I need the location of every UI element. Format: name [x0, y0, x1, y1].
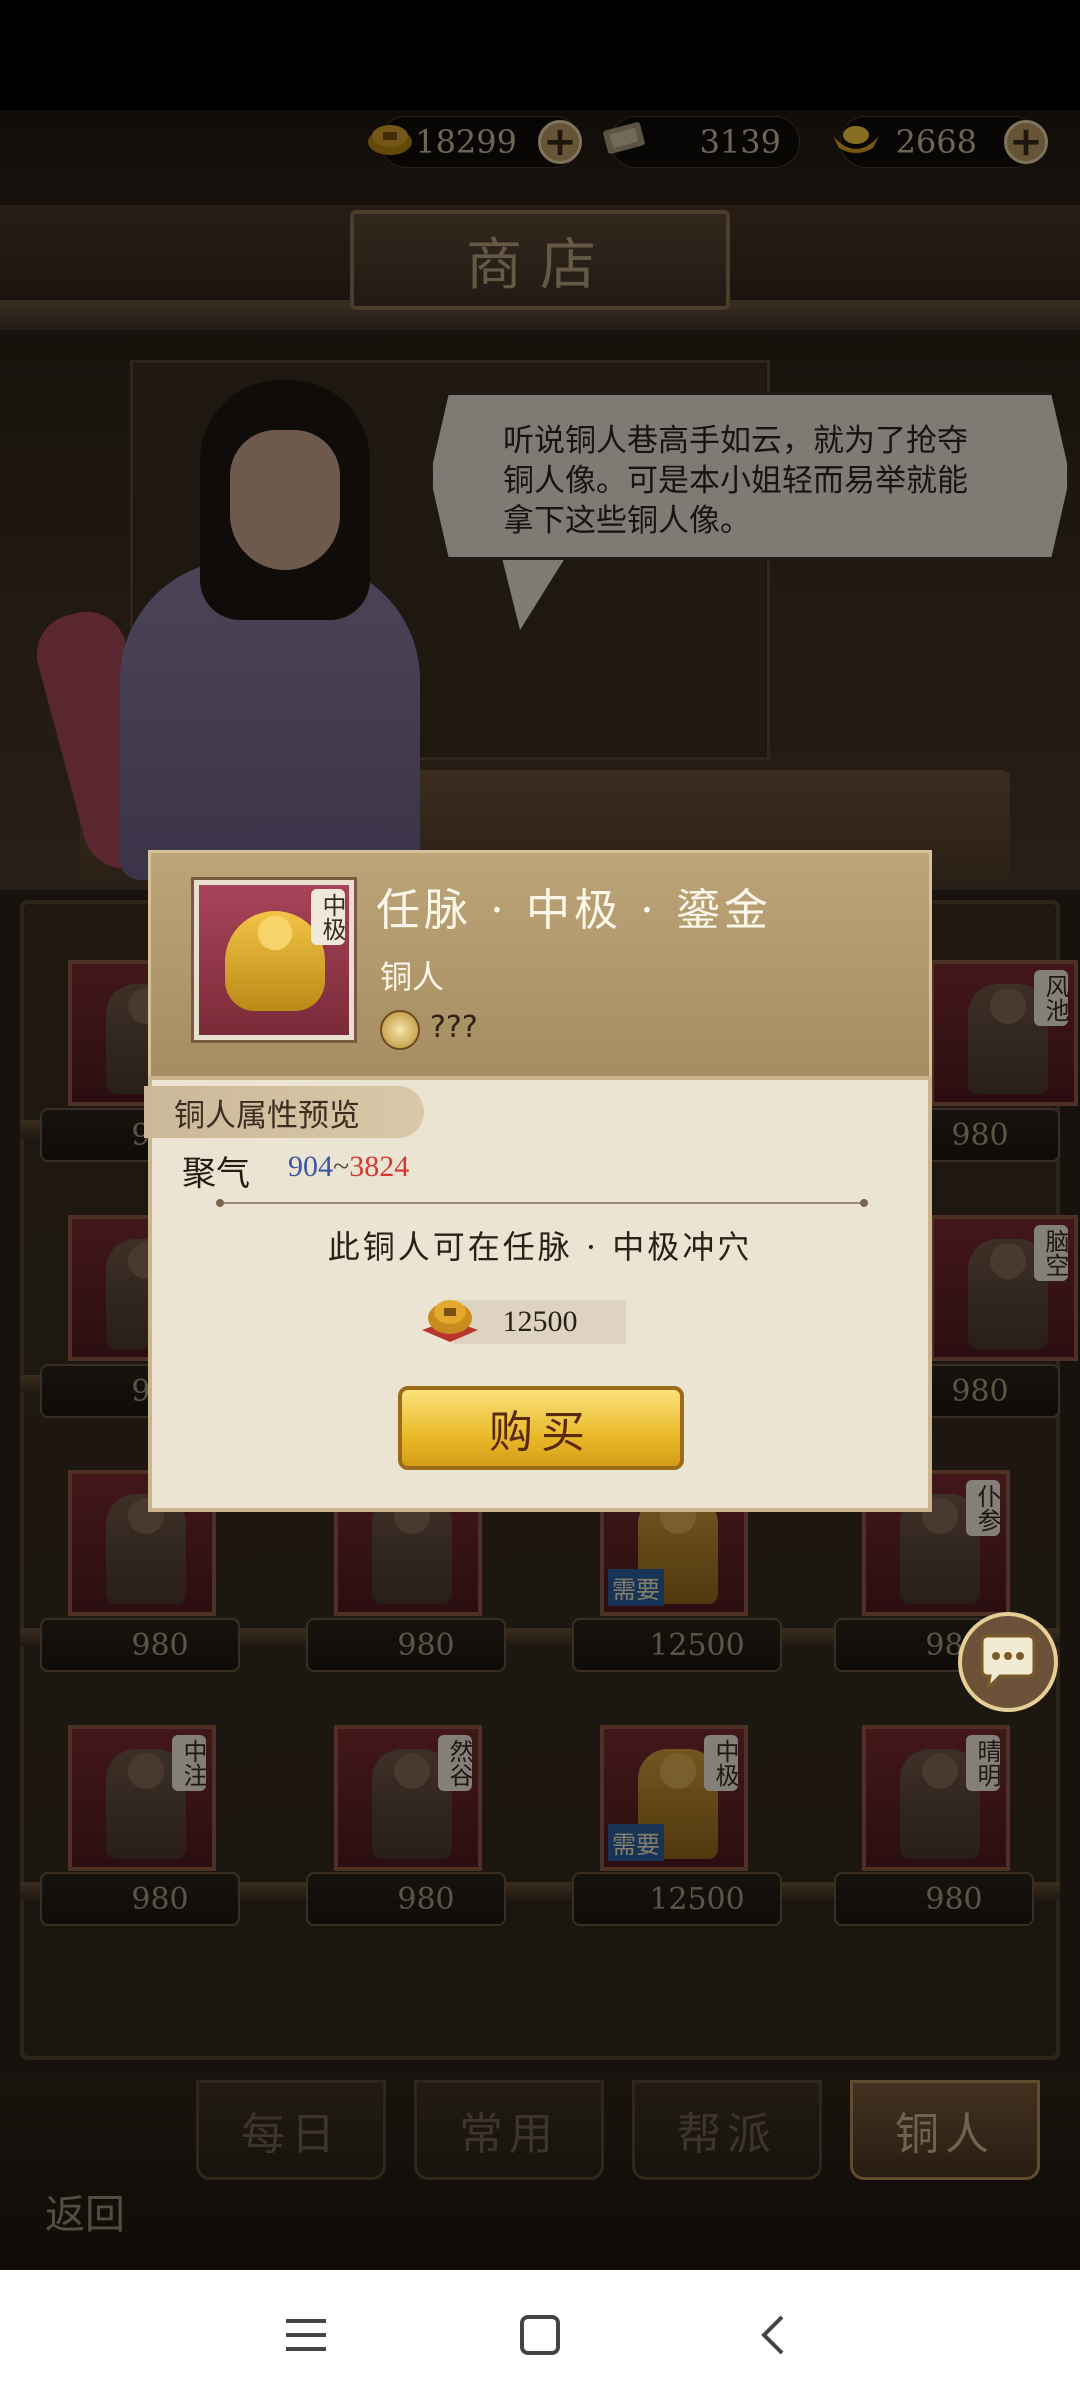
home-icon[interactable] — [500, 2300, 580, 2370]
divider-dot — [216, 1199, 224, 1207]
medal-icon — [380, 1010, 420, 1050]
acupoint-note: 此铜人可在任脉 · 中极冲穴 — [327, 1228, 753, 1266]
item-tag: 中极 — [311, 889, 346, 945]
bronze-statue-icon — [225, 911, 325, 1011]
menu-icon[interactable] — [266, 2300, 346, 2370]
item-unknown: ??? — [430, 1010, 478, 1045]
divider-dot — [860, 1199, 868, 1207]
attr-range: 904~3824 — [288, 1150, 409, 1184]
buy-button[interactable]: 购买 — [398, 1386, 684, 1470]
attr-min: 904 — [288, 1150, 333, 1183]
back-nav-icon[interactable] — [734, 2300, 814, 2370]
attr-max: 3824 — [349, 1150, 410, 1183]
chat-button[interactable] — [958, 1612, 1058, 1712]
attr-sep: ~ — [333, 1150, 350, 1183]
chat-icon — [980, 1634, 1036, 1690]
divider — [224, 1202, 864, 1204]
item-type: 铜人 — [380, 958, 445, 996]
attr-preview-tab: 铜人属性预览 — [144, 1086, 424, 1138]
status-bar — [0, 0, 1080, 110]
item-icon-frame: 中极 — [194, 880, 354, 1040]
copper-coin-icon — [418, 1290, 482, 1346]
item-name: 任脉 · 中极 · 鎏金 — [376, 885, 772, 936]
item-detail-popup: 中极 任脉 · 中极 · 鎏金 铜人 ??? 铜人属性预览 聚气 904~382… — [144, 850, 932, 1512]
attr-label: 聚气 — [182, 1154, 250, 1194]
